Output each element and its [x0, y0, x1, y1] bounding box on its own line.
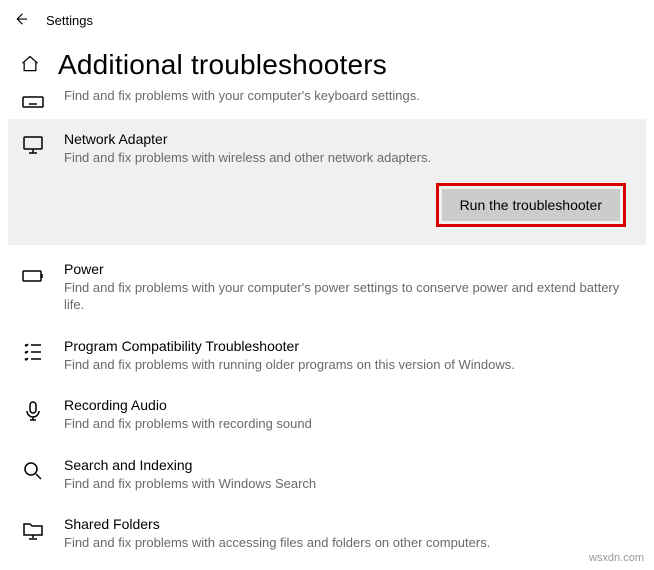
item-title: Recording Audio: [64, 397, 634, 413]
item-desc: Find and fix problems with your computer…: [64, 87, 634, 105]
home-icon[interactable]: [20, 54, 40, 77]
battery-icon: [20, 263, 46, 287]
checklist-icon: [20, 340, 46, 364]
back-icon[interactable]: [12, 10, 30, 31]
watermark: wsxdn.com: [589, 552, 644, 564]
highlight-box: Run the troubleshooter: [436, 183, 626, 227]
search-icon: [20, 459, 46, 483]
troubleshooter-item-search-indexing[interactable]: Search and Indexing Find and fix problem…: [8, 445, 646, 505]
item-desc: Find and fix problems with recording sou…: [64, 415, 634, 433]
item-title: Network Adapter: [64, 131, 634, 147]
item-title: Program Compatibility Troubleshooter: [64, 338, 634, 354]
troubleshooter-item-recording-audio[interactable]: Recording Audio Find and fix problems wi…: [8, 385, 646, 445]
keyboard-icon: [20, 89, 46, 113]
item-title: Power: [64, 261, 634, 277]
troubleshooter-item-keyboard-partial[interactable]: Find and fix problems with your computer…: [8, 87, 646, 119]
item-desc: Find and fix problems with Windows Searc…: [64, 475, 634, 493]
troubleshooter-item-network-adapter[interactable]: Network Adapter Find and fix problems wi…: [8, 119, 646, 245]
troubleshooter-item-program-compatibility[interactable]: Program Compatibility Troubleshooter Fin…: [8, 326, 646, 386]
item-title: Shared Folders: [64, 516, 634, 532]
troubleshooter-item-power[interactable]: Power Find and fix problems with your co…: [8, 249, 646, 326]
app-title: Settings: [46, 13, 93, 28]
page-title-row: Additional troubleshooters: [8, 39, 646, 87]
header-bar: Settings: [0, 0, 654, 39]
monitor-icon: [20, 133, 46, 157]
folder-network-icon: [20, 518, 46, 542]
item-desc: Find and fix problems with wireless and …: [64, 149, 634, 167]
item-desc: Find and fix problems with running older…: [64, 356, 634, 374]
item-title: Search and Indexing: [64, 457, 634, 473]
page-title: Additional troubleshooters: [58, 49, 387, 81]
microphone-icon: [20, 399, 46, 423]
troubleshooter-item-shared-folders[interactable]: Shared Folders Find and fix problems wit…: [8, 504, 646, 564]
item-desc: Find and fix problems with accessing fil…: [64, 534, 634, 552]
item-desc: Find and fix problems with your computer…: [64, 279, 634, 314]
run-troubleshooter-button[interactable]: Run the troubleshooter: [442, 189, 620, 221]
